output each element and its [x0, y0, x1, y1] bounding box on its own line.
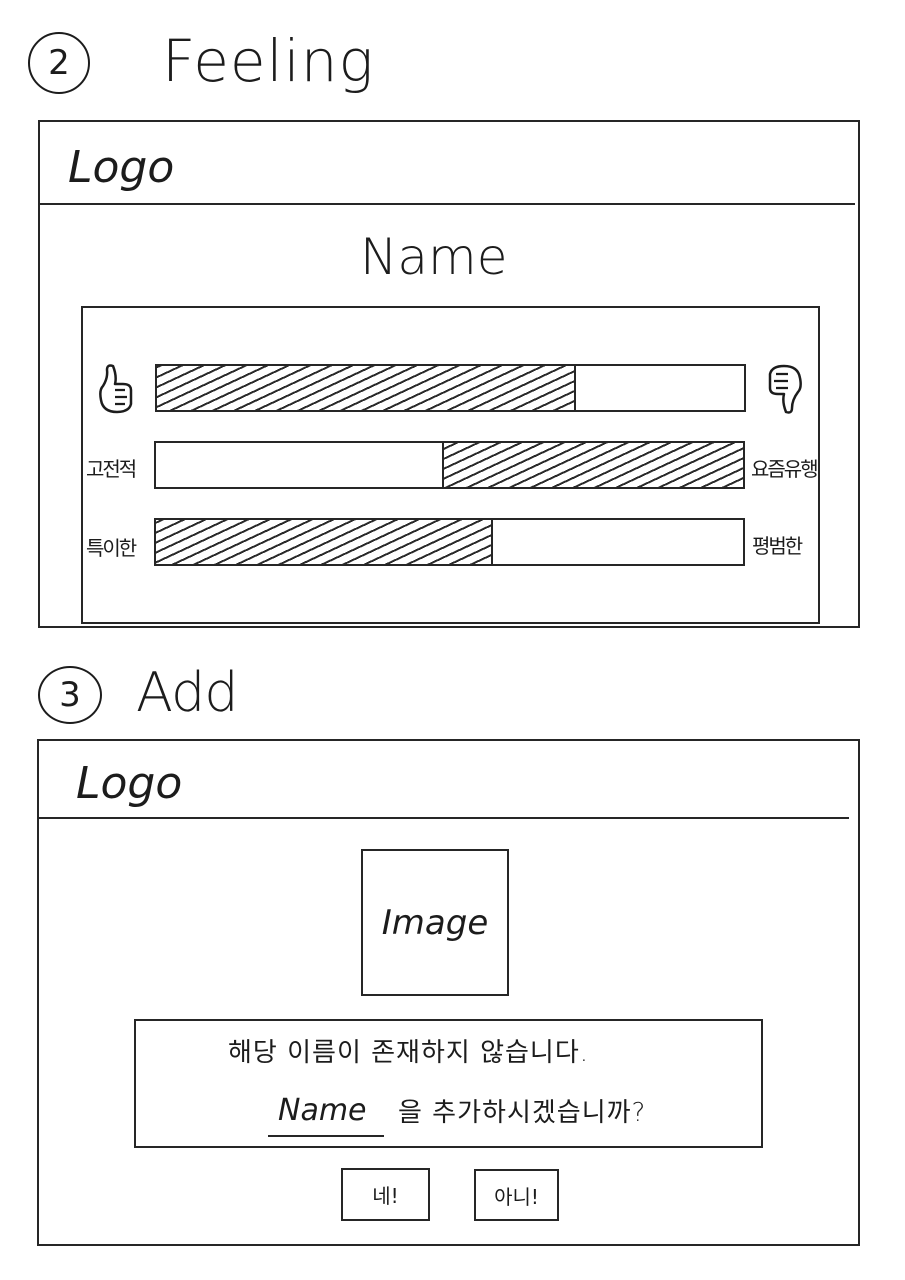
feeling-logo[interactable]: Logo	[68, 146, 174, 190]
add-logo[interactable]: Logo	[76, 762, 182, 806]
thumbs-down-icon[interactable]	[762, 362, 808, 418]
feeling-header-divider	[40, 203, 855, 205]
section-number-feeling: 2	[28, 32, 90, 94]
trait-label-unique: 특이한	[86, 536, 137, 560]
no-button[interactable]: 아니!	[474, 1169, 559, 1221]
section-title-add: Add	[136, 661, 239, 724]
message-line-2: 을 추가하시겠습니까?	[398, 1098, 647, 1128]
rating-bar-unique-ordinary[interactable]	[154, 518, 745, 566]
trait-label-classic: 고전적	[86, 457, 137, 481]
image-placeholder: Image	[361, 849, 509, 996]
rating-bar-classic-trendy[interactable]	[154, 441, 745, 489]
rating-bar-like[interactable]	[155, 364, 746, 412]
yes-button[interactable]: 네!	[341, 1168, 430, 1221]
message-line-1: 해당 이름이 존재하지 않습니다.	[228, 1038, 590, 1068]
feeling-name-title: Name	[360, 228, 508, 286]
thumbs-up-icon[interactable]	[93, 360, 141, 416]
rating-bar-classic-trendy-fill	[441, 443, 743, 487]
add-header-divider	[39, 817, 849, 819]
section-title-feeling: Feeling	[162, 27, 375, 95]
rating-bar-like-fill	[157, 366, 576, 410]
trait-label-trendy: 요즘유행	[751, 457, 819, 481]
message-name-underline	[268, 1135, 384, 1137]
image-placeholder-label: Image	[381, 902, 489, 943]
section-number-add: 3	[38, 666, 102, 724]
trait-label-ordinary: 평범한	[752, 534, 803, 558]
message-name: Name	[278, 1093, 367, 1128]
rating-bar-unique-ordinary-fill	[156, 520, 493, 564]
